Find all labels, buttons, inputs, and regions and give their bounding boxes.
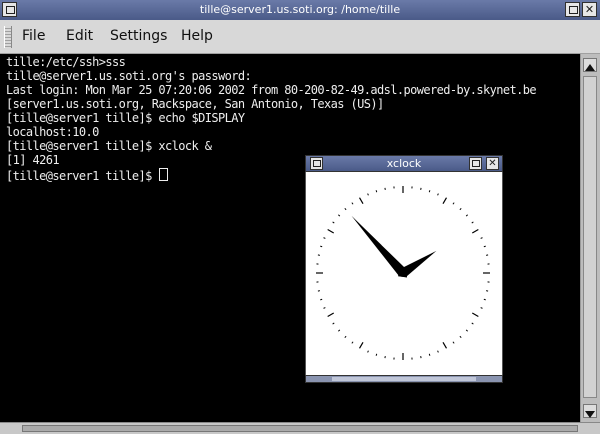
- minute-tick: [338, 329, 341, 332]
- minute-tick: [351, 341, 354, 344]
- minute-tick: [323, 307, 326, 309]
- minute-hand: [351, 215, 408, 278]
- terminal-line: [tille@server1 tille]$ xclock &: [6, 139, 212, 153]
- minute-tick: [465, 329, 468, 332]
- hour-tick: [327, 228, 335, 234]
- vertical-scrollbar[interactable]: [580, 54, 600, 422]
- analog-clock: [316, 186, 490, 360]
- terminal-line: [tille@server1 tille]$ echo $DISPLAY: [6, 111, 245, 125]
- xclock-window[interactable]: xclock ✕: [305, 155, 503, 383]
- minute-tick: [375, 190, 378, 193]
- minute-tick: [480, 307, 483, 309]
- minute-tick: [483, 245, 486, 248]
- terminal-line: [1] 4261: [6, 153, 60, 167]
- xclock-maximize-button[interactable]: [469, 157, 482, 170]
- terminal-prompt: [tille@server1 tille]$: [6, 169, 159, 183]
- terminal-line: Last login: Mon Mar 25 07:20:06 2002 fro…: [6, 83, 537, 97]
- menu-edit[interactable]: Edit: [66, 28, 93, 44]
- minute-tick: [320, 298, 323, 301]
- menu-bar: File Edit Settings Help: [0, 20, 600, 54]
- minute-tick: [344, 208, 347, 211]
- hour-tick: [358, 341, 364, 349]
- horizontal-scrollbar-thumb[interactable]: [22, 425, 578, 432]
- hour-tick: [471, 312, 479, 318]
- menubar-grip-handle[interactable]: [4, 26, 12, 48]
- minute-tick: [480, 237, 483, 239]
- xclock-bottom-border: [305, 375, 503, 383]
- minute-tick: [332, 322, 335, 325]
- arrow-up-icon: [585, 64, 595, 71]
- xclock-close-button[interactable]: ✕: [486, 157, 499, 170]
- arrow-down-icon: [585, 411, 595, 418]
- hour-tick: [442, 197, 448, 205]
- close-button[interactable]: ✕: [582, 2, 597, 17]
- hour-tick: [442, 341, 448, 349]
- minute-tick: [428, 353, 431, 356]
- minute-tick: [452, 341, 455, 344]
- hour-tick: [327, 312, 335, 318]
- minute-tick: [471, 322, 474, 325]
- minute-tick: [465, 214, 468, 217]
- minute-tick: [437, 193, 439, 196]
- minute-tick: [367, 350, 369, 353]
- terminal-line: [server1.us.soti.org, Rackspace, San Ant…: [6, 97, 384, 111]
- xclock-titlebar[interactable]: xclock ✕: [305, 155, 503, 172]
- menu-file[interactable]: File: [22, 28, 45, 44]
- minute-tick: [437, 350, 439, 353]
- minute-tick: [428, 190, 431, 193]
- minute-tick: [483, 298, 486, 301]
- minute-tick: [323, 237, 326, 239]
- minute-tick: [459, 335, 462, 338]
- scroll-down-button[interactable]: [583, 404, 597, 418]
- clock-face: [305, 172, 503, 375]
- terminal-titlebar[interactable]: tille@server1.us.soti.org: /home/tille ✕: [0, 0, 600, 20]
- minute-tick: [367, 193, 369, 196]
- minute-tick: [344, 335, 347, 338]
- minute-tick: [351, 202, 354, 205]
- menu-help[interactable]: Help: [181, 28, 213, 44]
- terminal-prompt-line[interactable]: [tille@server1 tille]$: [6, 168, 169, 183]
- scrollbar-thumb[interactable]: [583, 76, 597, 398]
- horizontal-scrollbar[interactable]: [0, 422, 600, 434]
- hour-tick: [471, 228, 479, 234]
- text-cursor: [159, 168, 169, 181]
- terminal-line: localhost:10.0: [6, 125, 99, 139]
- terminal-line: tille@server1.us.soti.org's password:: [6, 69, 252, 83]
- minute-tick: [320, 245, 323, 248]
- minute-tick: [332, 221, 335, 224]
- minute-tick: [452, 202, 455, 205]
- hour-tick: [358, 197, 364, 205]
- minute-tick: [459, 208, 462, 211]
- terminal-window-title: tille@server1.us.soti.org: /home/tille: [199, 3, 401, 16]
- maximize-button[interactable]: [565, 2, 580, 17]
- scroll-up-button[interactable]: [583, 58, 597, 72]
- terminal-line: tille:/etc/ssh>sss: [6, 55, 126, 69]
- minute-tick: [338, 214, 341, 217]
- menu-settings[interactable]: Settings: [110, 28, 167, 44]
- minute-tick: [375, 353, 378, 356]
- minute-tick: [471, 221, 474, 224]
